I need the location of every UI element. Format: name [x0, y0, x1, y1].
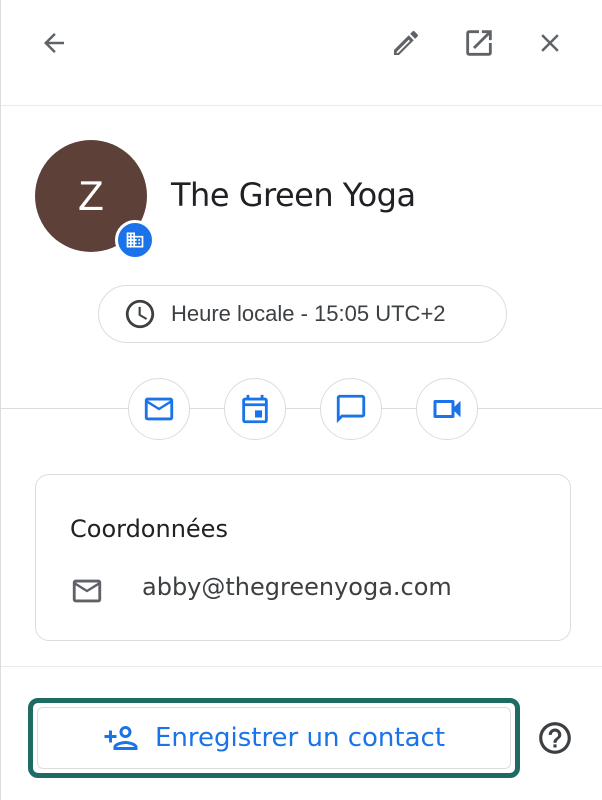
local-time-chip: Heure locale - 15:05 UTC+2	[98, 285, 507, 343]
top-toolbar	[1, 0, 602, 106]
calendar-icon	[242, 394, 268, 424]
contact-name: The Green Yoga	[171, 176, 416, 214]
open-in-new-window-button[interactable]	[457, 21, 501, 65]
close-icon	[541, 34, 559, 52]
building-icon	[126, 232, 144, 248]
email-address-link[interactable]: abby@thegreenyoga.com	[142, 573, 452, 601]
chat-icon	[336, 394, 366, 424]
start-video-call-button[interactable]	[416, 378, 478, 440]
back-button[interactable]	[32, 21, 76, 65]
video-icon	[433, 400, 461, 418]
details-title: Coordonnées	[70, 515, 228, 543]
send-email-button[interactable]	[128, 378, 190, 440]
email-icon	[144, 397, 174, 421]
open-in-new-icon	[466, 30, 492, 56]
person-add-icon	[103, 720, 139, 756]
contact-panel: Z The Green Yoga Heure locale - 15:05 UT…	[0, 0, 602, 800]
avatar-initial: Z	[78, 172, 104, 219]
close-button[interactable]	[528, 21, 572, 65]
save-contact-highlight: Enregistrer un contact	[28, 698, 520, 778]
email-icon	[70, 574, 104, 608]
footer-divider	[1, 666, 602, 667]
save-contact-button[interactable]: Enregistrer un contact	[37, 707, 511, 769]
clock-icon	[123, 297, 157, 331]
organization-badge	[115, 220, 155, 260]
schedule-event-button[interactable]	[224, 378, 286, 440]
contact-details-card: Coordonnées abby@thegreenyoga.com	[35, 474, 571, 641]
save-contact-label: Enregistrer un contact	[154, 723, 446, 753]
local-time-text: Heure locale - 15:05 UTC+2	[171, 301, 446, 326]
actions-divider	[1, 408, 602, 409]
edit-button[interactable]	[384, 21, 428, 65]
help-button[interactable]	[533, 716, 577, 760]
send-chat-button[interactable]	[320, 378, 382, 440]
pencil-icon	[394, 30, 419, 55]
arrow-left-icon	[44, 33, 64, 53]
help-icon	[539, 722, 571, 754]
